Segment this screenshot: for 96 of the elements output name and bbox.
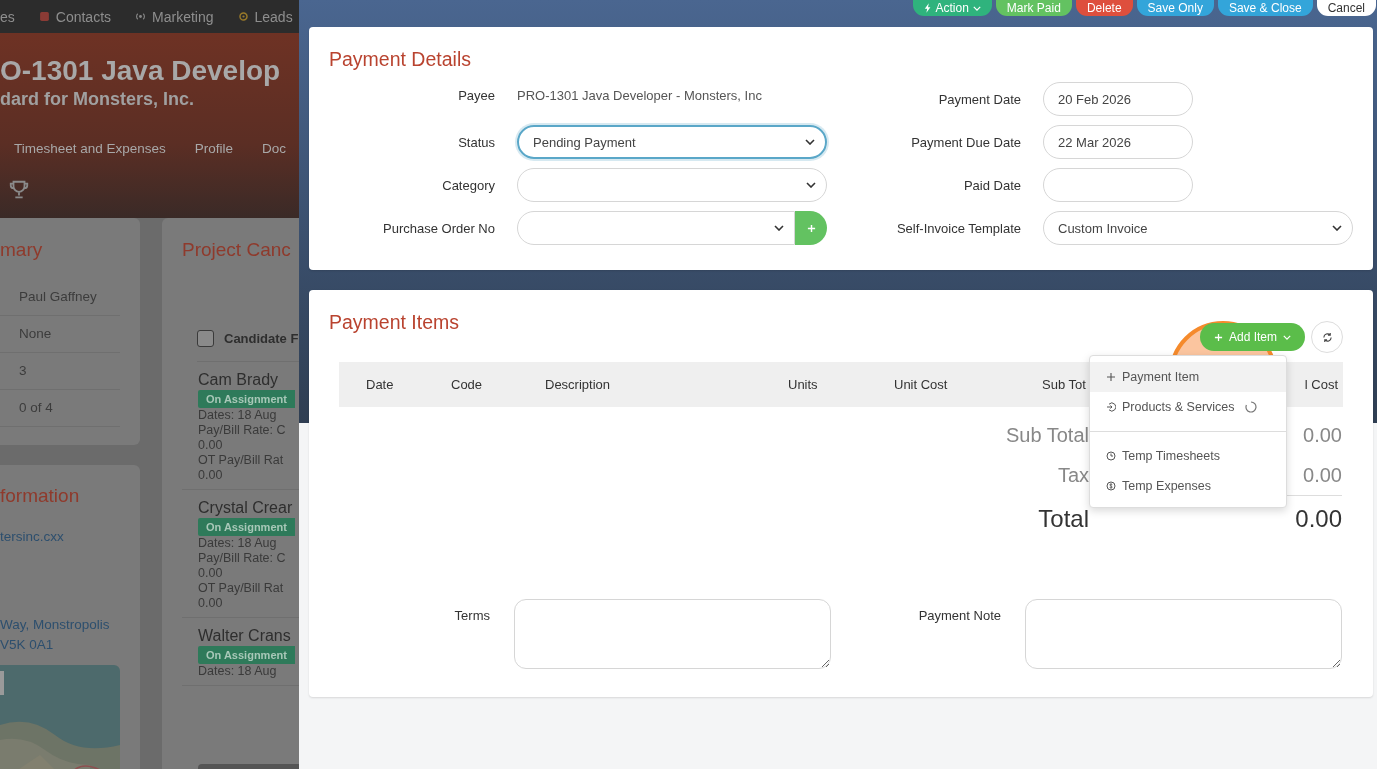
- select-field[interactable]: [517, 211, 795, 245]
- toolbar-button[interactable]: Save & Close: [1217, 0, 1313, 16]
- summary-value: 0 of 4: [0, 390, 120, 427]
- summary-value: None: [0, 316, 120, 353]
- toolbar-button[interactable]: Cancel: [1316, 0, 1376, 16]
- candidate-detail: Dates: 18 Aug: [198, 536, 278, 551]
- nav-link[interactable]: Leads: [237, 8, 293, 25]
- chevron-icon: [1332, 225, 1342, 231]
- status-badge: On Assignment: [198, 646, 295, 664]
- summary-value: 3: [0, 353, 120, 390]
- candidate-detail: 0.00: [198, 566, 224, 581]
- plus-icon: [806, 223, 816, 233]
- terms-field[interactable]: [514, 599, 831, 669]
- clock-icon: [1106, 451, 1116, 461]
- field-label: Category: [441, 177, 495, 193]
- candidate-detail: Dates: 18 Aug: [198, 408, 278, 423]
- candidate-name[interactable]: Walter Crans: [198, 626, 299, 646]
- tab[interactable]: Profile: [194, 140, 234, 156]
- payment-note-field[interactable]: [1025, 599, 1342, 669]
- nav-link[interactable]: Contacts: [38, 8, 112, 25]
- column-header: Units: [788, 377, 819, 392]
- checkbox-label: Candidate F: [224, 330, 299, 346]
- field-label: Self-Invoice Template: [895, 220, 1021, 236]
- candidate-detail: 0.00: [198, 596, 224, 611]
- plus-icon: [1106, 372, 1116, 382]
- refresh-button[interactable]: [1311, 321, 1343, 353]
- section-title: Payment Items: [329, 310, 460, 334]
- total-label: Sub Total: [1004, 423, 1089, 447]
- candidate-detail: Pay/Bill Rate: C: [198, 551, 287, 566]
- field-label: Purchase Order No: [382, 220, 495, 236]
- toolbar-button[interactable]: Save Only: [1136, 0, 1214, 16]
- field-label: Payee: [457, 87, 495, 103]
- field-label: Payment Note: [917, 607, 1001, 623]
- menu-item[interactable]: Temp Timesheets: [1090, 441, 1286, 471]
- column-header: Description: [545, 377, 612, 392]
- dollar-icon: [1106, 481, 1116, 491]
- loading-spinner-icon: [1244, 401, 1257, 413]
- refresh-icon: [1321, 331, 1333, 343]
- contacts-icon: [38, 11, 50, 22]
- field-label: Status: [457, 134, 495, 150]
- nav-link[interactable]: Marketing: [135, 8, 214, 25]
- chevron-icon: [805, 139, 815, 145]
- card-title: mary: [0, 238, 44, 262]
- toolbar-button[interactable]: Action: [912, 0, 992, 16]
- card-title: Project Canc: [182, 238, 292, 262]
- menu-item[interactable]: Products & Services: [1090, 392, 1286, 432]
- bolt-icon: [923, 3, 932, 13]
- page-title: O-1301 Java Develop: [0, 54, 282, 88]
- candidate-detail: Pay/Bill Rate: C: [198, 423, 287, 438]
- field-label: Paid Date: [962, 177, 1021, 193]
- total-value: 0.00: [1303, 423, 1342, 446]
- toolbar-button[interactable]: Delete: [1075, 0, 1133, 16]
- field-label: Payment Due Date: [910, 134, 1021, 150]
- column-header: Code: [451, 377, 484, 392]
- total-label: Total: [1037, 504, 1089, 533]
- card-title: formation: [0, 484, 81, 508]
- status-badge: On Assignment: [198, 390, 295, 408]
- field-label: Terms: [453, 607, 490, 623]
- candidate-detail: OT Pay/Bill Rat: [198, 453, 285, 468]
- toolbar-button[interactable]: Mark Paid: [995, 0, 1072, 16]
- total-label: Tax: [1056, 463, 1089, 487]
- chevron-icon: [806, 182, 816, 188]
- candidate-name[interactable]: Cam Brady: [198, 370, 299, 390]
- section-title: Payment Details: [329, 47, 472, 71]
- plus-icon: [1213, 332, 1223, 342]
- column-header: Date: [365, 377, 395, 392]
- menu-item[interactable]: Temp Expenses: [1090, 471, 1286, 501]
- tab[interactable]: Doc: [262, 140, 287, 156]
- column-header: Unit Cost: [894, 377, 949, 392]
- chevron-icon: [972, 5, 981, 11]
- candidate-detail: 0.00: [198, 438, 224, 453]
- menu-item[interactable]: Payment Item: [1090, 362, 1286, 392]
- total-value: 0.00: [1303, 463, 1342, 486]
- summary-value: Paul Gaffney: [0, 279, 120, 316]
- add-item-button[interactable]: Add Item: [1199, 323, 1305, 351]
- candidate-detail: Dates: 18 Aug: [198, 664, 278, 679]
- add-button[interactable]: [795, 211, 827, 245]
- select-field[interactable]: Pending Payment: [517, 125, 827, 159]
- candidate-detail: 0.00: [198, 468, 224, 483]
- field-label: Payment Date: [937, 91, 1021, 107]
- chevron-icon: [774, 225, 784, 231]
- sign-in-icon: [1106, 402, 1116, 412]
- column-header: l Cost: [1304, 377, 1339, 392]
- checkbox[interactable]: [197, 329, 214, 347]
- status-badge: On Assignment: [198, 518, 295, 536]
- candidate-name[interactable]: Crystal Crear: [198, 498, 299, 518]
- total-value: 0.00: [1295, 505, 1342, 533]
- tab[interactable]: Timesheet and Expenses: [14, 140, 166, 156]
- chevron-icon: [1283, 334, 1291, 340]
- payee-value: PRO-1301 Java Developer - Monsters, Inc: [517, 87, 762, 103]
- page-subtitle: dard for Monsters, Inc.: [0, 89, 196, 110]
- nav-link[interactable]: es: [0, 8, 15, 25]
- target-icon: [237, 11, 249, 22]
- signal-icon: [135, 11, 147, 22]
- trophy-icon[interactable]: [8, 179, 30, 201]
- candidate-detail: OT Pay/Bill Rat: [198, 581, 285, 596]
